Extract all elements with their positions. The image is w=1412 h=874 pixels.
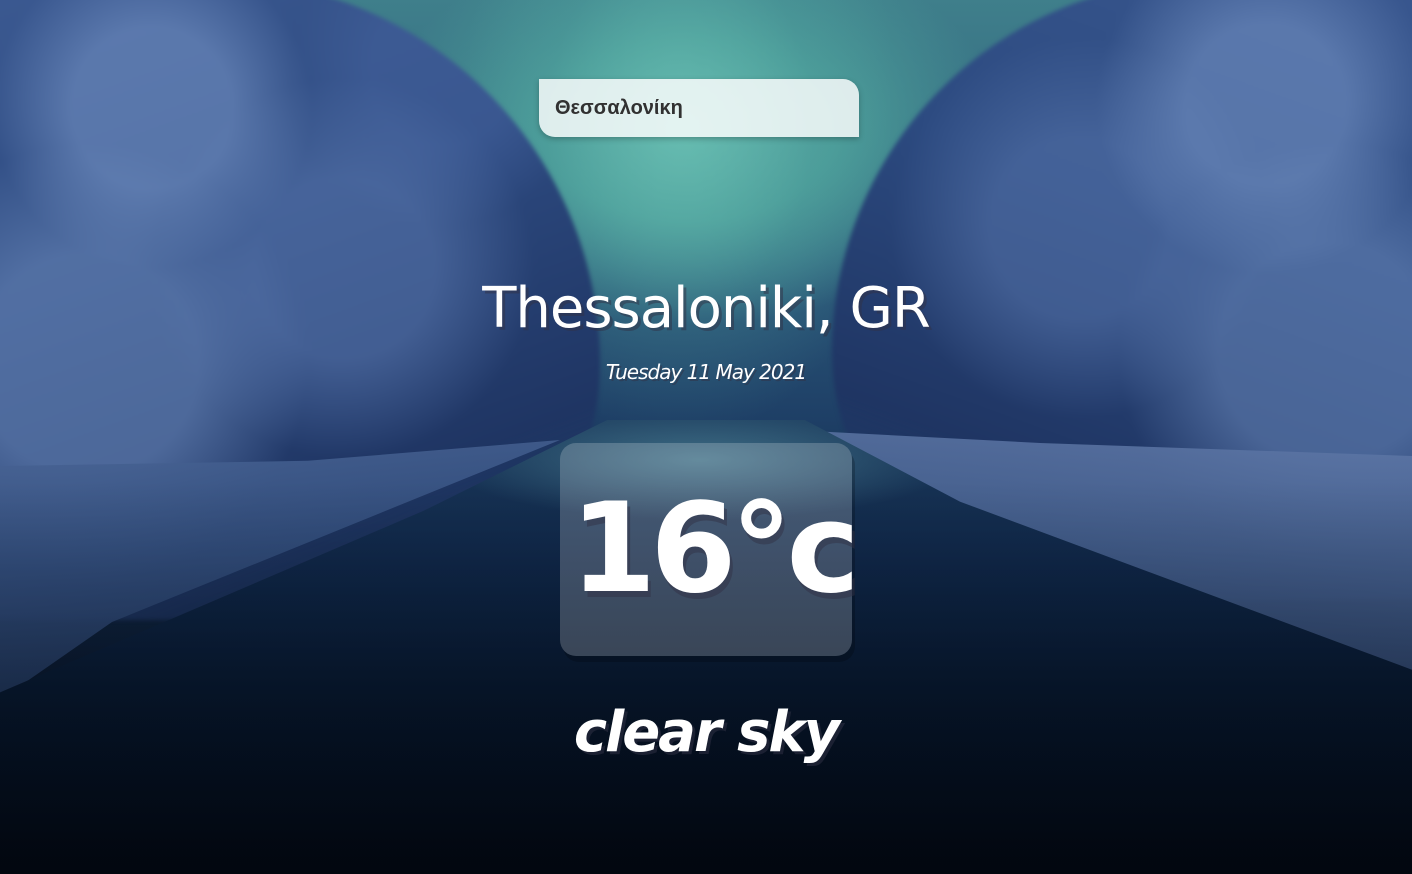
weather-box: 16°c clear sky: [0, 443, 1412, 765]
location-box: Thessaloniki, GR Tuesday 11 May 2021: [0, 270, 1412, 384]
temperature-display: 16°c: [560, 443, 860, 656]
location-name: Thessaloniki, GR: [482, 276, 931, 341]
weather-description: clear sky: [573, 700, 840, 765]
current-date: Tuesday 11 May 2021: [605, 360, 807, 384]
city-search-input[interactable]: [539, 79, 859, 137]
